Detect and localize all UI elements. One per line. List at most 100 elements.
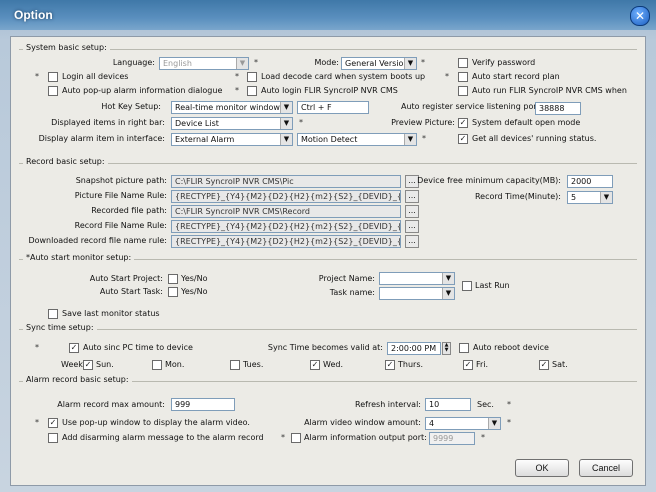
download-rule-label: Downloaded record file name rule: (28, 236, 167, 245)
hotkey-select[interactable]: Real-time monitor window s ▼ (171, 101, 293, 114)
record-time-value: 5 (571, 193, 577, 202)
monitor-section-title: *Auto start monitor setup: (23, 253, 135, 262)
download-rule-input[interactable]: {RECTYPE}_{Y4}{M2}{D2}{H2}{m2}{S2}_{DEVI… (171, 235, 401, 248)
record-rule-input[interactable]: {RECTYPE}_{Y4}{M2}{D2}{H2}{m2}{S2}_{DEVI… (171, 220, 401, 233)
add-disarming-message-checkbox[interactable] (48, 433, 58, 443)
monitor-section: *Auto start monitor setup: (19, 253, 637, 262)
displayed-items-select[interactable]: Device List ▼ (171, 117, 293, 130)
close-icon: ✕ (634, 9, 646, 23)
login-all-devices-checkbox[interactable] (48, 72, 58, 82)
close-button[interactable]: ✕ (630, 6, 650, 26)
auto-reboot-checkbox[interactable] (459, 343, 469, 353)
verify-password-checkbox[interactable] (458, 58, 468, 68)
snapshot-path-value: C:\FLIR SyncroIP NVR CMS\Pic (175, 177, 294, 186)
use-popup-window-label: Use pop-up window to display the alarm v… (62, 418, 250, 427)
day-label-tues: Tues. (243, 360, 264, 369)
alarm-info-output-port-checkbox[interactable] (291, 433, 301, 443)
title-bar[interactable]: Option ✕ (0, 0, 656, 30)
day-checkbox-tues[interactable] (230, 360, 240, 370)
browse-ellipsis: ... (408, 221, 416, 230)
recorded-path-value: C:\FLIR SyncroIP NVR CMS\Record (175, 207, 310, 216)
day-checkbox-fri[interactable]: ✓ (463, 360, 473, 370)
display-alarm-select-2[interactable]: Motion Detect ▼ (297, 133, 417, 146)
cancel-button[interactable]: Cancel (579, 459, 633, 477)
display-alarm-value-1: External Alarm (175, 135, 235, 144)
get-all-running-status-checkbox[interactable]: ✓ (458, 134, 468, 144)
device-free-input[interactable]: 2000 (567, 175, 613, 188)
snapshot-path-input[interactable]: C:\FLIR SyncroIP NVR CMS\Pic (171, 175, 401, 188)
hotkey-input[interactable]: Ctrl + F (297, 101, 369, 114)
last-run-checkbox[interactable] (462, 281, 472, 291)
picture-rule-input[interactable]: {RECTYPE}_{Y4}{M2}{D2}{H2}{m2}{S2}_{DEVI… (171, 190, 401, 203)
required-mark: * (299, 118, 303, 127)
record-rule-browse-button[interactable]: ... (405, 220, 419, 233)
display-alarm-select-1[interactable]: External Alarm ▼ (171, 133, 293, 146)
mode-value: General Version (345, 59, 409, 68)
check-icon: ✓ (459, 118, 467, 127)
day-checkbox-wed[interactable]: ✓ (310, 360, 320, 370)
language-value: English (163, 59, 192, 68)
check-icon: ✓ (49, 418, 57, 427)
use-popup-window-checkbox[interactable]: ✓ (48, 418, 58, 428)
required-mark: * (35, 418, 39, 427)
sync-time-spinner[interactable]: ▲ ▼ (442, 342, 451, 355)
auto-start-task-checkbox[interactable] (168, 287, 178, 297)
system-default-open-mode-checkbox[interactable]: ✓ (458, 118, 468, 128)
picture-rule-browse-button[interactable]: ... (405, 190, 419, 203)
chevron-down-icon: ▼ (280, 102, 292, 113)
preview-picture-label: Preview Picture: (391, 118, 455, 127)
record-time-select[interactable]: 5 ▼ (567, 191, 613, 204)
check-icon: ✓ (311, 360, 319, 369)
project-name-select[interactable]: ▼ (379, 272, 455, 285)
day-checkbox-sat[interactable]: ✓ (539, 360, 549, 370)
required-mark: * (254, 58, 258, 67)
sync-section: Sync time setup: (19, 323, 637, 332)
auto-login-cms-checkbox[interactable] (247, 86, 257, 96)
refresh-interval-value: 10 (429, 400, 440, 409)
refresh-interval-input[interactable]: 10 (425, 398, 471, 411)
alarm-video-window-amount-select[interactable]: 4 ▼ (425, 417, 501, 430)
auto-start-record-plan-label: Auto start record plan (472, 72, 560, 81)
language-select[interactable]: English ▼ (159, 57, 249, 70)
download-rule-browse-button[interactable]: ... (405, 235, 419, 248)
day-checkbox-sun[interactable]: ✓ (83, 360, 93, 370)
get-all-running-status-label: Get all devices' running status. (472, 134, 597, 143)
alarm-info-output-port-input[interactable]: 9999 (429, 432, 475, 445)
auto-start-record-plan-checkbox[interactable] (458, 72, 468, 82)
auto-start-project-label: Auto Start Project: (89, 274, 163, 283)
ok-button[interactable]: OK (515, 459, 569, 477)
required-mark: * (421, 58, 425, 67)
chevron-down-icon: ▼ (404, 58, 416, 69)
day-checkbox-mon[interactable] (152, 360, 162, 370)
window-title: Option (14, 8, 53, 22)
task-name-select[interactable]: ▼ (379, 287, 455, 300)
dialog-client: System basic setup: Language: English ▼ *… (10, 36, 646, 486)
mode-select[interactable]: General Version ▼ (341, 57, 417, 70)
auto-popup-alarm-checkbox[interactable] (48, 86, 58, 96)
recorded-path-label: Recorded file path: (91, 206, 167, 215)
sync-time-input[interactable]: 2:00:00 PM (387, 342, 441, 355)
auto-start-project-yes-no: Yes/No (181, 274, 208, 283)
required-mark: * (507, 400, 511, 409)
recorded-path-input[interactable]: C:\FLIR SyncroIP NVR CMS\Record (171, 205, 401, 218)
device-free-value: 2000 (571, 177, 592, 186)
auto-register-port-input[interactable]: 38888 (535, 102, 581, 115)
alarm-info-output-port-value: 9999 (433, 434, 454, 443)
auto-register-port-value: 38888 (539, 104, 565, 113)
chevron-down-icon: ▼ (442, 273, 454, 284)
day-label-sun: Sun. (96, 360, 114, 369)
auto-start-project-checkbox[interactable] (168, 274, 178, 284)
displayed-items-label: Displayed items in right bar: (51, 118, 165, 127)
chevron-down-icon: ▼ (488, 418, 500, 429)
browse-ellipsis: ... (408, 191, 416, 200)
auto-run-cms-label: Auto run FLIR SyncroIP NVR CMS when (472, 86, 627, 95)
save-last-monitor-status-checkbox[interactable] (48, 309, 58, 319)
auto-sync-pc-time-checkbox[interactable]: ✓ (69, 343, 79, 353)
chevron-down-icon: ▼ (280, 118, 292, 129)
load-decode-card-checkbox[interactable] (247, 72, 257, 82)
auto-run-cms-checkbox[interactable] (458, 86, 468, 96)
day-checkbox-thurs[interactable]: ✓ (385, 360, 395, 370)
alarm-max-amount-input[interactable]: 999 (171, 398, 235, 411)
chevron-down-icon: ▼ (280, 134, 292, 145)
recorded-path-browse-button[interactable]: ... (405, 205, 419, 218)
